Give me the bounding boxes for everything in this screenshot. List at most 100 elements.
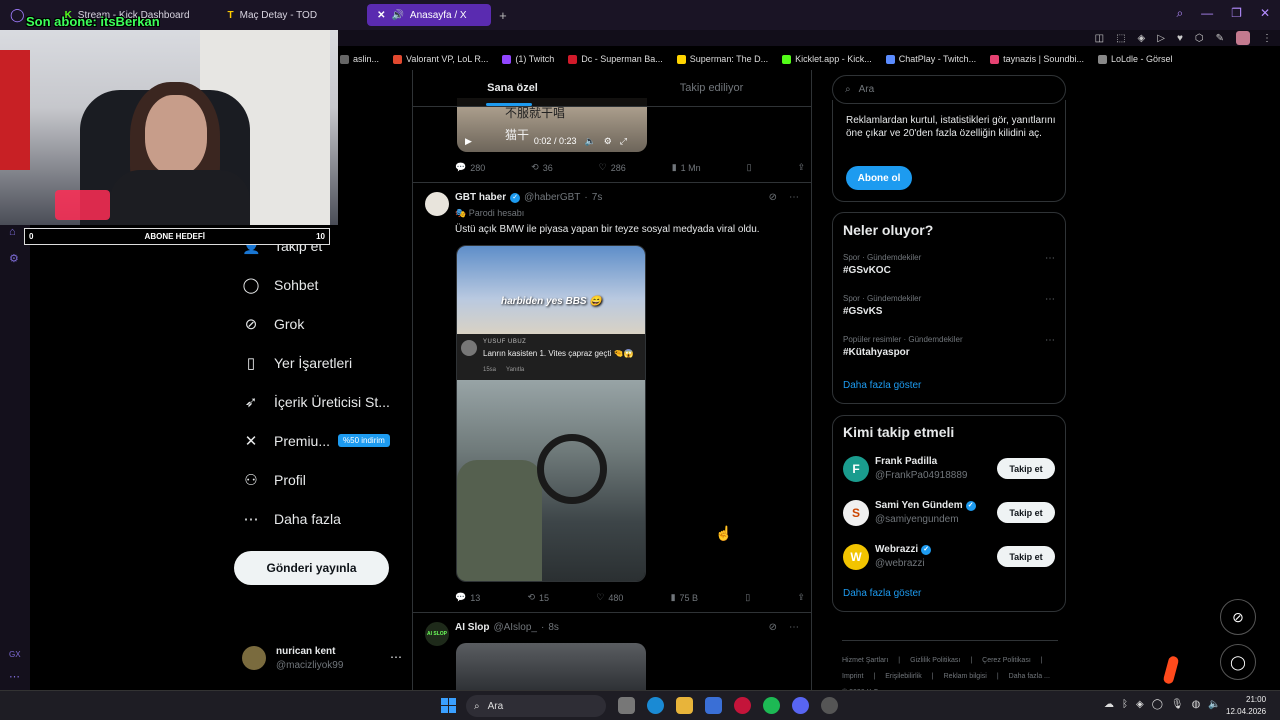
author-handle[interactable]: @haberGBT [524, 192, 580, 203]
volume-icon[interactable]: 🔈 [1208, 699, 1220, 710]
store-icon[interactable] [705, 697, 722, 714]
reply-button[interactable]: 💬 280 [455, 162, 485, 173]
profile-avatar[interactable] [1236, 31, 1250, 45]
bookmark-item[interactable]: Kicklet.app - Kick... [782, 54, 872, 64]
settings-icon[interactable]: ⚙ [9, 252, 19, 265]
tab-x[interactable]: ✕ 🔊 Anasayfa / X [367, 4, 492, 26]
post-button[interactable]: Gönderi yayınla [234, 551, 389, 585]
avatar[interactable]: AI SLOP [425, 622, 449, 646]
share-button[interactable]: ⇪ [797, 162, 805, 173]
nav-item-premiu[interactable]: ✕ Premiu... %50 indirim [232, 421, 412, 460]
show-more-follow[interactable]: Daha fazla göster [843, 588, 921, 599]
task-view-icon[interactable] [618, 697, 635, 714]
post-media[interactable] [456, 643, 646, 690]
taskbar-search[interactable]: ⌕ Ara [466, 695, 606, 717]
volume-icon[interactable]: 🔈 [584, 136, 595, 147]
footer-link[interactable]: Hizmet Şartları [842, 653, 888, 669]
post-media[interactable]: harbiden yes BBS 😄 YUSUF UBUZ Lanrın kas… [456, 245, 646, 582]
nav-item-sohbet[interactable]: ◯ Sohbet [232, 265, 412, 304]
more-icon[interactable]: ⋯ [9, 670, 20, 683]
bookmark-item[interactable]: Superman: The D... [676, 54, 768, 64]
trend-item[interactable]: Spor · Gündemdekiler #GSvKS ⋯ [843, 294, 1055, 317]
reply-button[interactable]: 💬 13 [455, 592, 480, 603]
show-more-trends[interactable]: Daha fazla göster [843, 380, 921, 391]
settings-icon[interactable] [821, 697, 838, 714]
chat-tray-icon[interactable]: ◯ [1152, 699, 1163, 710]
search-icon[interactable]: ⌕ [1176, 6, 1183, 21]
settings-icon[interactable]: ⚙ [604, 136, 612, 147]
floating-widget[interactable] [1162, 655, 1180, 685]
account-switcher[interactable]: nurican kent @macizliyok99 ⋯ [242, 644, 402, 674]
nav-item-profil[interactable]: ⚇ Profil [232, 460, 412, 499]
more-icon[interactable]: ⋯ [390, 650, 402, 664]
suggested-account[interactable]: F Frank Padilla @FrankPa04918889 Takip et [843, 454, 1055, 484]
play-icon[interactable]: ▶ [465, 136, 472, 147]
share-button[interactable]: ⇪ [797, 592, 805, 603]
author-handle[interactable]: @AIslop_ [493, 622, 537, 633]
opera-icon[interactable]: ◯ [10, 7, 25, 23]
author-name[interactable]: AI Slop [455, 622, 489, 633]
screenshot-icon[interactable]: ⬚ [1116, 33, 1125, 44]
opera-gx-icon[interactable] [734, 697, 751, 714]
nav-item-yer-i-şaretleri[interactable]: ▯ Yer İşaretleri [232, 343, 412, 382]
bluetooth-icon[interactable]: ᛒ [1122, 699, 1128, 710]
more-icon[interactable]: ⋯ [789, 622, 799, 633]
more-icon[interactable]: ⋯ [1045, 294, 1055, 305]
like-button[interactable]: ♡ 480 [596, 592, 623, 603]
footer-link[interactable]: Reklam bilgisi [944, 669, 987, 685]
extension-icon[interactable]: ◫ [1095, 33, 1104, 44]
bookmark-item[interactable]: Dc - Superman Ba... [568, 54, 663, 64]
views-button[interactable]: ▮ 1 Mn [672, 162, 701, 173]
minimize-icon[interactable]: — [1201, 6, 1213, 21]
menu-icon[interactable]: ⋮ [1262, 33, 1272, 44]
wifi-icon[interactable]: ◍ [1192, 699, 1201, 710]
trend-item[interactable]: Popüler resimler · Gündemdekiler #Kütahy… [843, 335, 1055, 358]
post-time[interactable]: 7s [592, 192, 603, 203]
repost-button[interactable]: ⟲ 36 [531, 162, 553, 173]
grok-icon[interactable]: ⊘ [769, 622, 777, 633]
follow-button[interactable]: Takip et [997, 458, 1055, 479]
bookmark-item[interactable]: ChatPlay - Twitch... [885, 54, 976, 64]
new-tab-button[interactable]: + [491, 8, 515, 23]
file-explorer-icon[interactable] [676, 697, 693, 714]
follow-button[interactable]: Takip et [997, 502, 1055, 523]
gx-icon[interactable]: GX [9, 650, 21, 659]
suggested-account[interactable]: S Sami Yen Gündem ✓ @samiyengundem Takip et [843, 498, 1055, 528]
trend-item[interactable]: Spor · Gündemdekiler #GSvKOC ⋯ [843, 253, 1055, 276]
more-icon[interactable]: ⋯ [1045, 335, 1055, 346]
bookmark-item[interactable]: LoLdle - Görsel [1097, 54, 1173, 64]
fullscreen-icon[interactable]: ⤢ [620, 136, 627, 147]
puzzle-icon[interactable]: ⬡ [1195, 33, 1204, 44]
spotify-icon[interactable] [763, 697, 780, 714]
tab-for-you[interactable]: Sana özel [413, 70, 612, 106]
follow-button[interactable]: Takip et [997, 546, 1055, 567]
author-name[interactable]: GBT haber [455, 192, 506, 203]
suggested-account[interactable]: W Webrazzi ✓ @webrazzi Takip et [843, 542, 1055, 572]
taskbar-clock[interactable]: 21:00 12.04.2026 [1226, 694, 1266, 718]
edit-icon[interactable]: ✎ [1216, 33, 1224, 44]
grok-fab[interactable]: ⊘ [1220, 599, 1256, 635]
nav-item-i-çerik-üreticisi-st[interactable]: ➶ İçerik Üreticisi St... [232, 382, 412, 421]
subscribe-button[interactable]: Abone ol [846, 166, 912, 190]
nav-item-grok[interactable]: ⊘ Grok [232, 304, 412, 343]
like-button[interactable]: ♡ 286 [599, 162, 626, 173]
avatar[interactable] [425, 192, 449, 216]
windows-start-icon[interactable] [441, 698, 456, 713]
bookmark-item[interactable]: aslin... [340, 54, 379, 64]
sidebar-pin-icon[interactable]: ⌂ [9, 226, 16, 238]
maximize-icon[interactable]: ❐ [1231, 6, 1242, 21]
footer-link[interactable]: Erişilebilirlik [885, 669, 922, 685]
repost-button[interactable]: ⟲ 15 [527, 592, 549, 603]
heart-icon[interactable]: ♥ [1177, 33, 1183, 44]
bookmark-button[interactable]: ▯ [747, 162, 752, 173]
more-icon[interactable]: ⋯ [1045, 253, 1055, 264]
footer-link[interactable]: Gizlilik Politikası [910, 653, 960, 669]
play-icon[interactable]: ▷ [1157, 33, 1165, 44]
messages-fab[interactable]: ◯ [1220, 644, 1256, 680]
post-time[interactable]: 8s [548, 622, 559, 633]
shield-icon[interactable]: ◈ [1138, 33, 1146, 44]
views-button[interactable]: ▮ 75 B [671, 592, 698, 603]
tab-following[interactable]: Takip ediliyor [612, 70, 811, 106]
bookmark-item[interactable]: taynazis | Soundbi... [990, 54, 1084, 64]
bookmark-item[interactable]: (1) Twitch [502, 54, 554, 64]
